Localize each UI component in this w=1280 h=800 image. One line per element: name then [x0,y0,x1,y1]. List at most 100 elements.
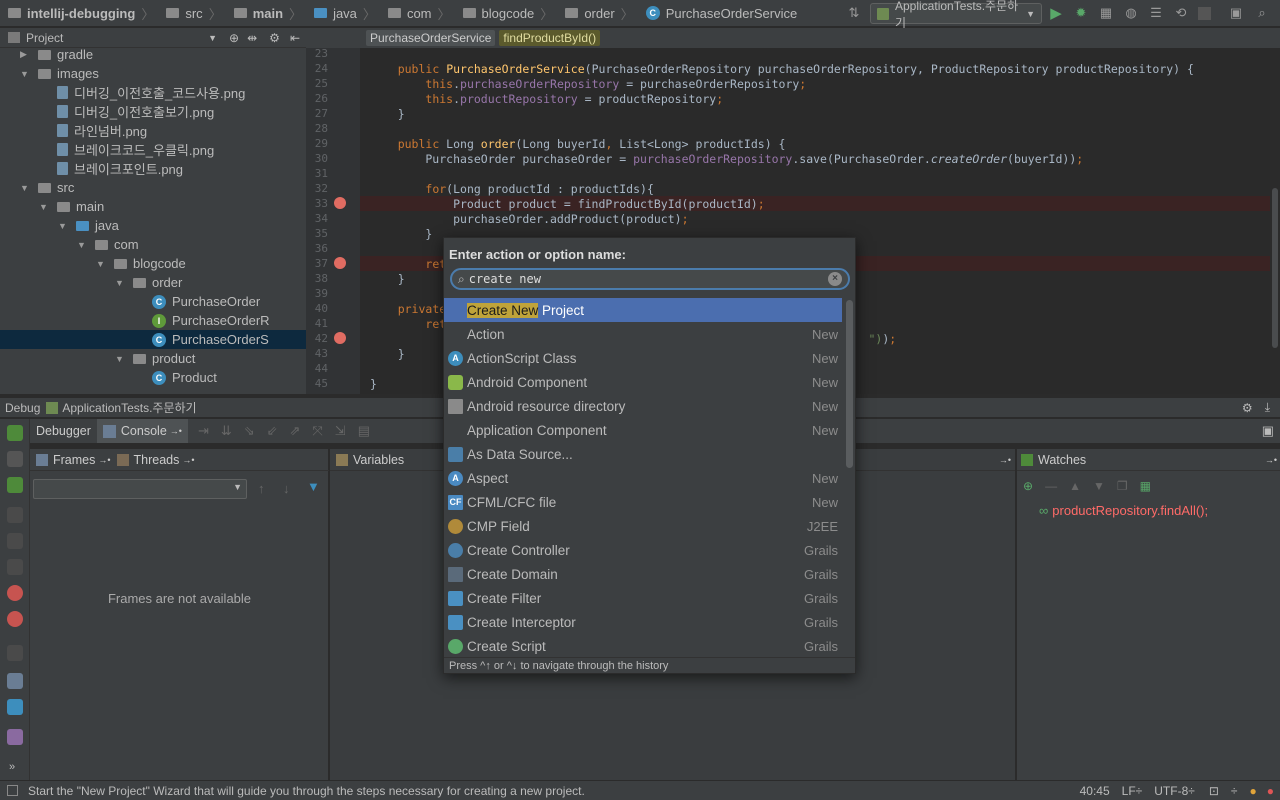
down-arrow-icon[interactable]: ↓ [283,481,290,496]
watch-item[interactable]: ∞ productRepository.findAll(); [1039,503,1208,518]
expand-icon[interactable]: ▶ [20,49,32,60]
collapse-icon[interactable]: ▼ [96,259,108,269]
breadcrumb-class[interactable]: C PurchaseOrderService [638,0,802,27]
breakpoint-icon[interactable] [334,257,346,269]
mute-breakpoints-icon[interactable] [7,611,23,627]
tree-item[interactable]: C PurchaseOrderS [0,330,306,349]
action-item[interactable]: CF CFML/CFC file New [444,490,842,514]
tree-item[interactable]: ▼ product [0,349,195,368]
profile-icon[interactable]: ◍ [1123,5,1139,21]
collapse-icon[interactable]: ▼ [20,69,32,79]
breadcrumb-order[interactable]: order 〉 [557,0,637,27]
action-search-input[interactable] [468,272,828,286]
action-item[interactable]: Create Script Grails [444,634,842,658]
tree-item[interactable]: ▼ com [0,235,139,254]
chevron-down-icon[interactable]: ▼ [208,33,217,43]
tree-item[interactable]: C PurchaseOrder [0,292,260,311]
tree-item[interactable]: 브레이크코드_우클릭.png [0,140,214,159]
clear-icon[interactable]: × [828,272,842,286]
up-arrow-icon[interactable]: ↑ [258,481,265,496]
project-view-title[interactable]: Project [26,31,208,45]
collapse-icon[interactable]: ⇹ [247,31,257,45]
scrollbar-thumb[interactable] [1272,188,1278,348]
pause-icon[interactable] [7,507,23,523]
action-item[interactable]: Create Domain Grails [444,562,842,586]
gear-icon[interactable]: ⚙ [1242,401,1253,415]
action-item[interactable]: Create Controller Grails [444,538,842,562]
tool-windows-icon[interactable] [7,785,18,796]
action-item[interactable]: Android Component New [444,370,842,394]
vcs-icon[interactable]: ⟲ [1173,5,1189,21]
get-thread-dump-icon[interactable] [7,645,23,661]
run-icon[interactable]: ▶ [1048,5,1064,22]
breadcrumb-src[interactable]: src 〉 [158,0,225,27]
action-item[interactable]: Create Filter Grails [444,586,842,610]
git-icon[interactable]: ÷ [1231,784,1238,798]
collapse-icon[interactable]: ▼ [115,354,127,364]
remove-watch-icon[interactable]: — [1045,479,1057,493]
run-configuration-select[interactable]: ApplicationTests.주문하기 ▼ [870,0,1042,30]
breadcrumb-class-tab[interactable]: PurchaseOrderService [366,30,496,46]
tab-debugger[interactable]: Debugger [30,419,97,443]
thread-select[interactable]: ▼ [33,479,247,499]
breadcrumb-com[interactable]: com 〉 [380,0,455,27]
gear-icon[interactable]: ⚙ [269,31,280,45]
rerun-icon[interactable] [7,425,23,441]
tab-console[interactable]: Console →• [96,419,188,443]
modify-config-icon[interactable] [7,451,23,467]
stop-icon[interactable] [7,533,23,549]
structure-icon[interactable]: ☰ [1148,5,1164,21]
breakpoint-icon[interactable] [334,332,346,344]
view-breakpoints-icon[interactable] [7,559,23,575]
breadcrumb-main[interactable]: main 〉 [226,0,306,27]
breadcrumb-java[interactable]: java 〉 [306,0,380,27]
breadcrumb-blogcode[interactable]: blogcode 〉 [455,0,558,27]
editor-gutter[interactable]: 23 24 25 26 27 28 29 30 31 32 33 34 35 36 37 38 39 40 41 42… [306,47,360,394]
action-item[interactable]: Create Interceptor Grails [444,610,842,634]
add-watch-icon[interactable]: ⊕ [1023,479,1033,493]
copy-icon[interactable]: ❐ [1117,479,1128,493]
collapse-icon[interactable]: ▼ [77,240,89,250]
tree-item[interactable]: ▼ images [0,64,99,83]
inspector-icon[interactable]: ● [1250,784,1257,798]
collapse-icon[interactable]: ▼ [20,183,32,193]
move-up-icon[interactable]: ▲ [1069,479,1081,493]
search-everywhere-icon[interactable]: ⌕ [1254,5,1270,21]
action-item[interactable]: Android resource directory New [444,394,842,418]
action-item[interactable]: A Aspect New [444,466,842,490]
move-down-icon[interactable]: ▼ [1093,479,1105,493]
action-item[interactable]: Action New [444,322,842,346]
project-structure-icon[interactable]: ▣ [1228,5,1244,21]
caret-position[interactable]: 40:45 [1080,784,1110,798]
hide-icon[interactable]: ⤓ [1265,400,1270,415]
build-icon[interactable]: ⇅ [846,5,862,21]
popup-scrollbar[interactable] [845,298,854,658]
tree-item[interactable]: ▼ order [0,273,182,292]
action-item[interactable]: A ActionScript Class New [444,346,842,370]
breadcrumb-method-tab[interactable]: findProductById() [499,30,601,46]
action-item[interactable]: Application Component New [444,418,842,442]
tree-item[interactable]: ▼ src [0,178,74,197]
collapse-icon[interactable]: ▼ [58,221,70,231]
coverage-icon[interactable]: ▦ [1098,5,1114,21]
more-icon[interactable]: » [9,761,15,773]
file-encoding[interactable]: UTF-8÷ [1154,784,1195,798]
tree-item[interactable]: I PurchaseOrderR [0,311,270,330]
action-search-field[interactable]: ⌕ × [450,268,850,290]
breakpoints-icon[interactable] [7,585,23,601]
breadcrumb-project[interactable]: intellij-debugging 〉 [0,0,158,27]
locate-icon[interactable]: ⊕ [229,31,239,45]
hide-icon[interactable]: ⇤ [290,31,300,45]
show-types-icon[interactable]: ▦ [1140,479,1151,493]
tree-item[interactable]: ▼ blogcode [0,254,186,273]
scrollbar-thumb[interactable] [846,300,853,468]
tab-frames[interactable]: Frames [53,453,95,467]
resume-icon[interactable] [7,477,23,493]
line-separator[interactable]: LF÷ [1122,784,1143,798]
tree-item[interactable]: C Product [0,368,217,387]
breakpoint-icon[interactable] [334,197,346,209]
tree-item[interactable]: 브레이크포인트.png [0,159,183,178]
editor-scrollbar[interactable] [1270,48,1280,394]
action-item[interactable]: As Data Source... [444,442,842,466]
action-item[interactable]: Create New Project [444,298,842,322]
